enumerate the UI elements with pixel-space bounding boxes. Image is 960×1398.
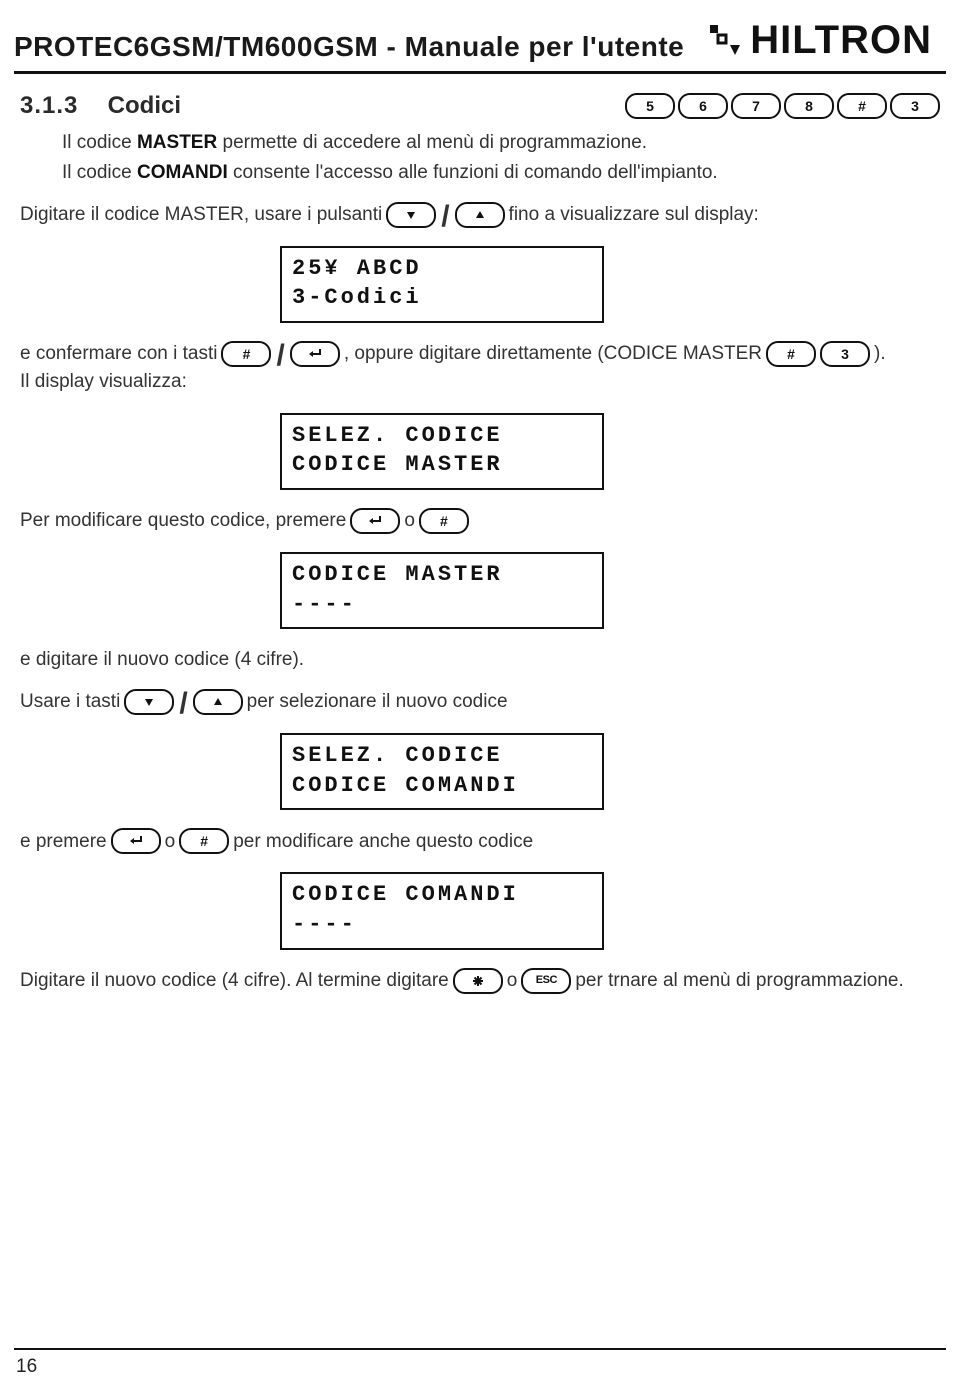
esc-key: ESC (521, 968, 571, 994)
key-3: 3 (820, 341, 870, 367)
lcd-line: CODICE COMANDI (292, 771, 592, 801)
key-hash: # (179, 828, 229, 854)
text: Digitare il codice MASTER, usare i pulsa… (20, 202, 382, 228)
key-8: 8 (784, 93, 834, 119)
text: ). (874, 341, 886, 367)
section-title: Codici (108, 92, 181, 119)
text: , oppure digitare direttamente (CODICE M… (344, 341, 762, 367)
key-3: 3 (890, 93, 940, 119)
section-heading-row: 3.1.3 Codici 5 6 7 8 # 3 (20, 90, 940, 122)
lcd-display-1: 25¥ ABCD 3-Codici (280, 246, 604, 323)
paragraph-confirm: e confermare con i tasti # / , oppure di… (20, 341, 940, 367)
paragraph-display-shows: Il display visualizza: (20, 369, 940, 395)
text: consente l'accesso alle funzioni di coma… (228, 162, 718, 183)
enter-icon (111, 828, 161, 854)
paragraph-modify-comandi: e premere o # per modificare anche quest… (20, 828, 940, 854)
lcd-line: ---- (292, 590, 592, 620)
paragraph-select-next: Usare i tasti / per selezionare il nuovo… (20, 689, 940, 715)
text: Usare i tasti (20, 689, 120, 715)
enter-icon (290, 341, 340, 367)
key-5: 5 (625, 93, 675, 119)
page-content: 3.1.3 Codici 5 6 7 8 # 3 Il codice MASTE… (0, 74, 960, 994)
brand-mark-icon (704, 21, 744, 61)
paragraph-comandi: Il codice COMANDI consente l'accesso all… (62, 160, 940, 186)
text: o (404, 508, 415, 534)
lcd-display-5: CODICE COMANDI ---- (280, 872, 604, 949)
text: Il codice (62, 162, 137, 183)
key-hash: # (419, 508, 469, 534)
doc-title: PROTEC6GSM/TM600GSM - Manuale per l'uten… (14, 31, 684, 63)
text: Digitare il nuovo codice (4 cifre). Al t… (20, 968, 449, 994)
text: e premere (20, 829, 107, 855)
lcd-display-3: CODICE MASTER ---- (280, 552, 604, 629)
lcd-line: CODICE COMANDI (292, 880, 592, 910)
lcd-line: CODICE MASTER (292, 560, 592, 590)
footer-rule (14, 1348, 946, 1350)
paragraph-enter-4: e digitare il nuovo codice (4 cifre). (20, 647, 940, 673)
key-hash: # (766, 341, 816, 367)
paragraph-digit-master: Digitare il codice MASTER, usare i pulsa… (20, 202, 940, 228)
lcd-line: SELEZ. CODICE (292, 741, 592, 771)
text: per selezionare il nuovo codice (247, 689, 508, 715)
page-header: PROTEC6GSM/TM600GSM - Manuale per l'uten… (0, 0, 960, 69)
paragraph-modify-master: Per modificare questo codice, premere o … (20, 508, 940, 534)
arrow-up-icon (455, 202, 505, 228)
text: o (507, 968, 518, 994)
arrow-down-icon (386, 202, 436, 228)
text: fino a visualizzare sul display: (509, 202, 759, 228)
key-hash: # (221, 341, 271, 367)
text: Il codice (62, 132, 137, 153)
brand-logo: HILTRON (704, 18, 932, 63)
enter-icon (350, 508, 400, 534)
text-bold: COMANDI (137, 162, 228, 183)
star-icon (453, 968, 503, 994)
lcd-display-4: SELEZ. CODICE CODICE COMANDI (280, 733, 604, 810)
slash-icon: / (440, 207, 450, 227)
lcd-line: 25¥ ABCD (292, 254, 592, 284)
section-heading: 3.1.3 Codici (20, 90, 181, 122)
paragraph-final: Digitare il nuovo codice (4 cifre). Al t… (20, 968, 940, 994)
section-number: 3.1.3 (20, 92, 78, 119)
lcd-line: 3-Codici (292, 283, 592, 313)
key-6: 6 (678, 93, 728, 119)
key-sequence: 5 6 7 8 # 3 (625, 93, 940, 119)
text-bold: MASTER (137, 132, 217, 153)
lcd-line: ---- (292, 910, 592, 940)
arrow-down-icon (124, 689, 174, 715)
lcd-line: CODICE MASTER (292, 450, 592, 480)
brand-name: HILTRON (750, 18, 932, 63)
text: e confermare con i tasti (20, 341, 217, 367)
page-number: 16 (16, 1356, 37, 1378)
text: per modificare anche questo codice (233, 829, 533, 855)
text: per trnare al menù di programmazione. (575, 968, 903, 994)
arrow-up-icon (193, 689, 243, 715)
text: Per modificare questo codice, premere (20, 508, 346, 534)
paragraph-master: Il codice MASTER permette di accedere al… (62, 130, 940, 156)
text: permette di accedere al menù di programm… (217, 132, 647, 153)
key-hash: # (837, 93, 887, 119)
text: o (165, 829, 176, 855)
lcd-line: SELEZ. CODICE (292, 421, 592, 451)
slash-icon: / (275, 346, 285, 366)
lcd-display-2: SELEZ. CODICE CODICE MASTER (280, 413, 604, 490)
slash-icon: / (178, 694, 188, 714)
key-7: 7 (731, 93, 781, 119)
